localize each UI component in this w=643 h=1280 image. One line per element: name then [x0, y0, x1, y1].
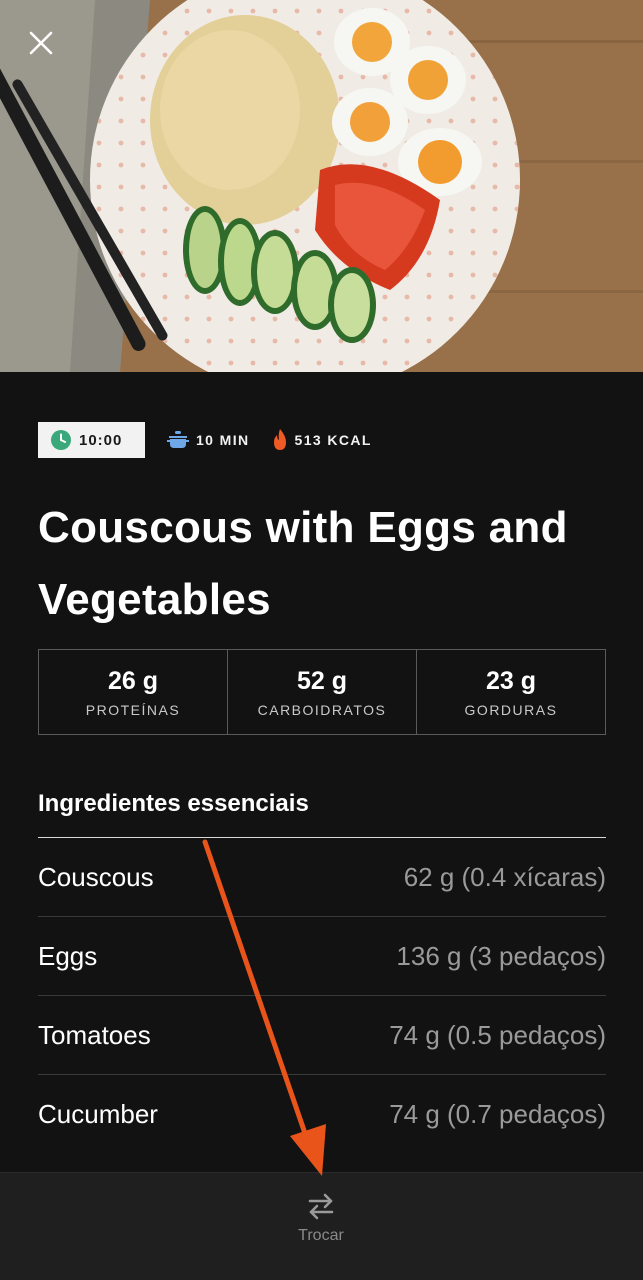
ingredients-heading: Ingredientes essenciais [38, 790, 309, 817]
recipe-photo [0, 0, 643, 372]
macro-label: PROTEÍNAS [85, 701, 181, 718]
ingredient-quantity: 74 g (0.7 pedaços) [389, 1099, 606, 1129]
list-item: Tomatoes 74 g (0.5 pedaços) [38, 996, 606, 1075]
recipe-meta-row: 10:00 10 MIN 513 KCAL [38, 422, 372, 458]
ingredient-name: Cucumber [38, 1099, 158, 1129]
ingredient-quantity: 62 g (0.4 xícaras) [403, 861, 606, 892]
flame-icon [273, 429, 286, 450]
macro-protein: 26 g PROTEÍNAS [39, 650, 227, 734]
prep-time: 10 MIN [167, 431, 250, 449]
macro-value: 52 g [296, 666, 348, 695]
ingredient-name: Tomatoes [38, 1019, 151, 1050]
meal-time: 10:00 [79, 431, 123, 449]
ingredient-quantity: 136 g (3 pedaços) [396, 940, 606, 971]
cooking-pot-icon [167, 431, 189, 448]
ingredients-list: Couscous 62 g (0.4 xícaras) Eggs 136 g (… [38, 838, 606, 1154]
clock-icon [51, 430, 71, 450]
recipe-details: 10:00 10 MIN 513 KCAL Couscous with Eggs… [0, 372, 643, 1172]
macro-fat: 23 g GORDURAS [416, 650, 605, 734]
swap-arrows-icon [308, 1193, 334, 1220]
macros-table: 26 g PROTEÍNAS 52 g CARBOIDRATOS 23 g GO… [38, 649, 606, 735]
ingredient-name: Couscous [38, 861, 154, 892]
macro-label: CARBOIDRATOS [257, 701, 387, 718]
calories: 513 KCAL [272, 429, 372, 451]
macro-value: 26 g [107, 666, 159, 695]
ingredient-name: Eggs [38, 940, 98, 971]
bottom-action-bar: Trocar [0, 1172, 643, 1280]
food-plate-illustration [0, 0, 643, 372]
calories-text: 513 KCAL [294, 432, 372, 448]
macro-value: 23 g [485, 666, 537, 695]
meal-time-chip[interactable]: 10:00 [38, 422, 145, 458]
prep-time-text: 10 MIN [196, 432, 250, 448]
recipe-title: Couscous with Eggs and Vegetables [38, 503, 568, 624]
swap-button[interactable]: Trocar [271, 1191, 371, 1263]
list-item: Cucumber 74 g (0.7 pedaços) [38, 1075, 606, 1154]
list-item: Eggs 136 g (3 pedaços) [38, 917, 606, 996]
close-icon [29, 31, 53, 55]
macro-label: GORDURAS [464, 701, 558, 718]
ingredient-quantity: 74 g (0.5 pedaços) [389, 1019, 606, 1050]
list-item: Couscous 62 g (0.4 xícaras) [38, 838, 606, 917]
close-button[interactable] [28, 30, 72, 74]
swap-label: Trocar [298, 1227, 344, 1244]
macro-carbs: 52 g CARBOIDRATOS [227, 650, 416, 734]
